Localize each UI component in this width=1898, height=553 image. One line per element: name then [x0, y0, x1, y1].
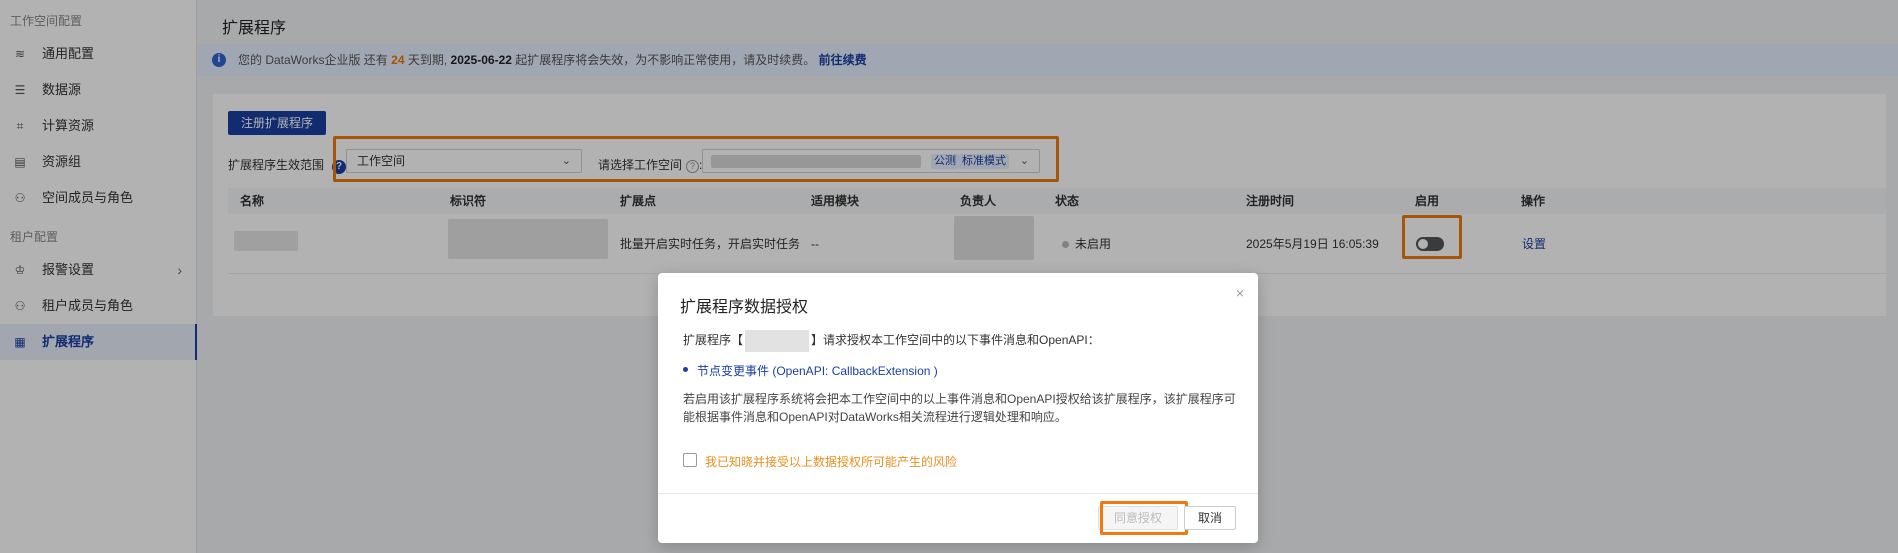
request-prefix: 扩展程序【 — [683, 333, 744, 348]
event-item: 节点变更事件 (OpenAPI: CallbackExtension ) — [683, 362, 938, 379]
risk-acknowledge-label[interactable]: 我已知晓并接受以上数据授权所可能产生的风险 — [705, 453, 957, 470]
authorization-modal: 扩展程序数据授权 × 扩展程序【 】请求授权本工作空间中的以下事件消息和OpenA… — [658, 273, 1258, 543]
agree-highlight — [1100, 501, 1188, 535]
modal-footer: 同意授权 取消 — [658, 493, 1258, 543]
close-icon[interactable]: × — [1236, 285, 1244, 301]
cancel-button[interactable]: 取消 — [1184, 506, 1236, 530]
risk-acknowledge-checkbox[interactable] — [683, 453, 697, 467]
app-name-redacted — [745, 330, 810, 352]
modal-title: 扩展程序数据授权 — [680, 299, 809, 316]
request-suffix: 】请求授权本工作空间中的以下事件消息和OpenAPI： — [811, 333, 1100, 348]
modal-description: 若启用该扩展程序系统将会把本工作空间中的以上事件消息和OpenAPI授权给该扩展… — [683, 392, 1236, 424]
request-line: 扩展程序【 】请求授权本工作空间中的以下事件消息和OpenAPI： — [683, 330, 1100, 352]
